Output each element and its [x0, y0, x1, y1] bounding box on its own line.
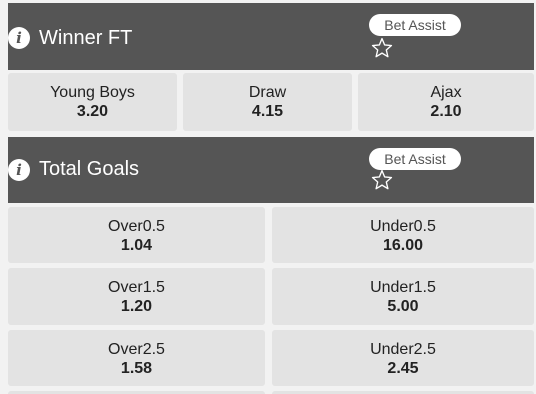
info-icon[interactable]: i [8, 27, 30, 49]
selection-name: Ajax [430, 84, 462, 101]
selection-name: Under1.5 [370, 279, 436, 296]
market-title: Total Goals [39, 158, 140, 180]
selection-odds: 16.00 [382, 237, 424, 254]
selection-name: Under2.5 [370, 341, 436, 358]
star-icon[interactable] [371, 37, 393, 59]
selection-odds: 2.10 [430, 103, 462, 120]
selection-odds: 1.58 [120, 360, 153, 377]
selection-name: Over2.5 [108, 341, 165, 358]
selection-odds: 3.20 [76, 103, 109, 120]
odds-button-over[interactable]: Over0.5 1.04 [8, 207, 265, 263]
market-header-winner-ft[interactable]: i Winner FT Bet Assist [8, 3, 534, 70]
bet-assist-button[interactable]: Bet Assist [369, 14, 461, 36]
odds-button-away[interactable]: Ajax 2.10 [358, 73, 534, 131]
odds-button-under[interactable]: Under0.5 16.00 [272, 207, 534, 263]
odds-button-under[interactable]: Under1.5 5.00 [272, 268, 534, 325]
selection-odds: 1.04 [120, 237, 153, 254]
selection-name: Draw [248, 84, 287, 101]
selection-name: Under0.5 [370, 218, 436, 235]
markets-list: i Winner FT Bet Assist Young Boys 3.20 D… [8, 0, 534, 394]
odds-button-draw[interactable]: Draw 4.15 [183, 73, 352, 131]
selection-name: Young Boys [50, 84, 135, 101]
selection-odds: 2.45 [387, 360, 419, 377]
info-icon[interactable]: i [8, 159, 30, 181]
odds-button-under[interactable]: Under2.5 2.45 [272, 330, 534, 386]
selection-odds: 5.00 [387, 298, 419, 315]
selection-odds: 1.20 [120, 298, 153, 315]
odds-button-over[interactable]: Over2.5 1.58 [8, 330, 265, 386]
selection-name: Over0.5 [108, 218, 165, 235]
market-title: Winner FT [39, 27, 133, 49]
selection-odds: 4.15 [251, 103, 284, 120]
bet-assist-button[interactable]: Bet Assist [369, 148, 461, 170]
odds-button-over[interactable]: Over1.5 1.20 [8, 268, 265, 325]
selection-name: Over1.5 [108, 279, 165, 296]
star-icon[interactable] [371, 169, 393, 191]
odds-button-home[interactable]: Young Boys 3.20 [8, 73, 177, 131]
market-header-total-goals[interactable]: i Total Goals Bet Assist [8, 137, 534, 203]
